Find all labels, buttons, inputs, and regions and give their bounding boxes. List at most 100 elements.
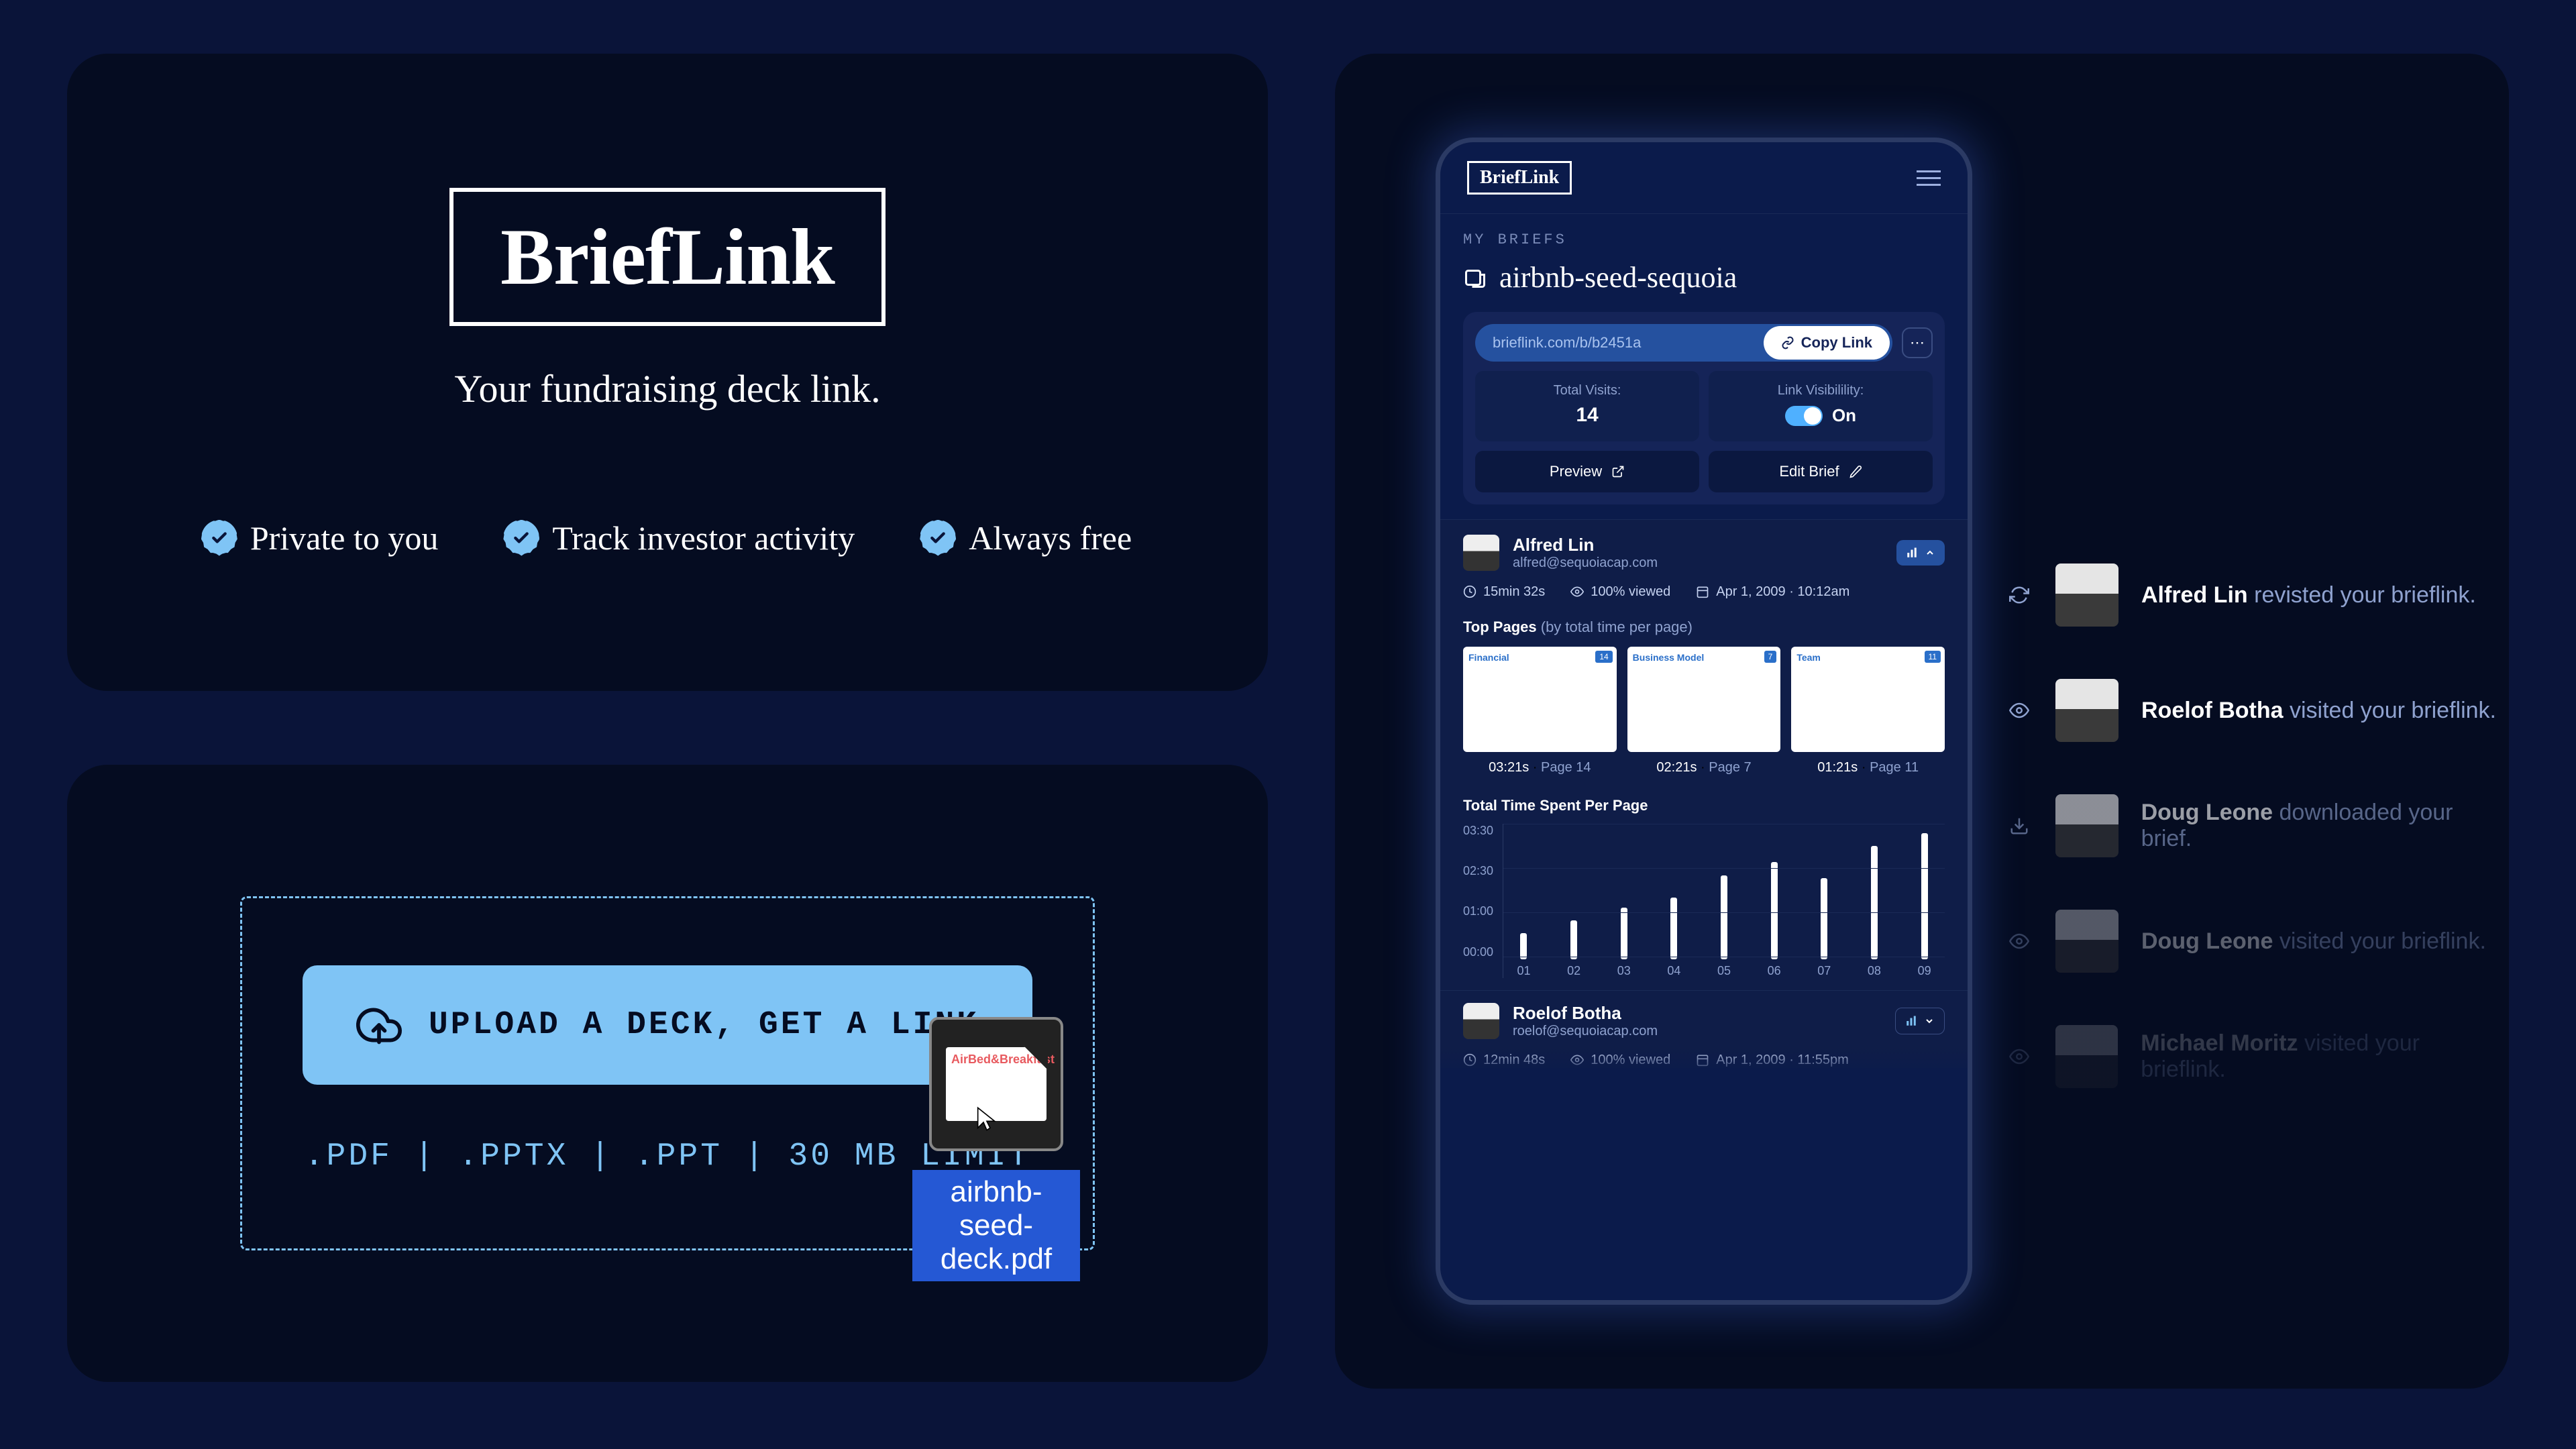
chart-plot: 010203040506070809 [1503,824,1945,978]
more-button[interactable]: ⋯ [1902,327,1933,358]
thumbnail-image: Team 11 [1791,647,1945,752]
chart-bar: 05 [1708,824,1741,959]
link-pill: brieflink.com/b/b2451a Copy Link [1475,324,1892,362]
visitor-name: Alfred Lin [1513,535,1896,555]
cursor-icon [973,1106,1000,1132]
calendar-icon [1696,1053,1709,1067]
avatar [2055,679,2118,742]
page-thumbnail[interactable]: Team 11 01:21s · Page 11 [1791,647,1945,775]
hamburger-menu-icon[interactable] [1917,170,1941,186]
upload-button-label: UPLOAD A DECK, GET A LINK [429,1007,979,1043]
visitor-card-expanded: Alfred Lin alfred@sequoiacap.com 15min 3… [1440,519,1968,1068]
link-panel: brieflink.com/b/b2451a Copy Link ⋯ Total… [1463,312,1945,504]
activity-item: Alfred Lin revisted your brieflink. [2006,564,2509,627]
activity-text: Doug Leone visited your brieflink. [2141,928,2486,955]
timestamp-meta: Apr 1, 2009 · 10:12am [1696,584,1849,600]
download-icon [2006,816,2033,836]
top-pages-label: Top Pages (by total time per page) [1463,619,1945,636]
chart-y-axis: 03:3002:3001:0000:00 [1463,824,1503,978]
check-badge-icon [922,522,954,554]
feature-free: Always free [922,519,1132,557]
bar-chart-icon [1906,547,1918,559]
tagline: Your fundraising deck link. [454,366,880,411]
avatar [2055,1025,2118,1088]
duration-meta: 12min 48s [1463,1053,1545,1068]
link-icon [1781,336,1794,350]
chart-bar: 06 [1758,824,1790,959]
chart-bar: 07 [1808,824,1841,959]
visitor-name: Roelof Botha [1513,1003,1895,1024]
brief-icon [1463,266,1487,290]
page-thumbnail[interactable]: Financial 14 03:21s · Page 14 [1463,647,1617,775]
cloud-upload-icon [356,1002,402,1048]
dragged-filename: airbnb-seed-deck.pdf [912,1170,1080,1281]
edit-label: Edit Brief [1779,463,1839,480]
eye-icon [1570,585,1584,598]
activity-text: Roelof Botha visited your brieflink. [2141,698,2496,724]
y-tick: 03:30 [1463,824,1493,838]
brief-title-row: airbnb-seed-sequoia [1463,260,1945,294]
external-link-icon [1611,465,1625,478]
total-visits-stat: Total Visits: 14 [1475,371,1699,441]
chart-bar: 03 [1607,824,1640,959]
copy-link-label: Copy Link [1801,334,1872,352]
thumbnail-caption: 03:21s · Page 14 [1463,760,1617,775]
edit-brief-button[interactable]: Edit Brief [1709,451,1933,492]
section-label: MY BRIEFS [1463,231,1945,248]
activity-text: Alfred Lin revisted your brieflink. [2141,582,2476,608]
refresh-icon [2006,585,2033,605]
timestamp-meta: Apr 1, 2009 · 11:55pm [1696,1053,1849,1068]
logo-text: BriefLink [500,211,835,303]
chart-title: Total Time Spent Per Page [1463,797,1945,814]
y-tick: 02:30 [1463,864,1493,878]
y-tick: 01:00 [1463,904,1493,918]
feature-label: Track investor activity [552,519,855,557]
preview-button[interactable]: Preview [1475,451,1699,492]
thumbnail-caption: 01:21s · Page 11 [1791,760,1945,775]
thumbnail-image: Business Model 7 [1627,647,1781,752]
activity-item: Michael Moritz visited your brieflink. [2006,1025,2509,1088]
dragged-file[interactable]: AirBed&Breakfast airbnb-seed-deck.pdf [912,1017,1080,1281]
clock-icon [1463,1053,1477,1067]
chart-bar: 02 [1558,824,1591,959]
activity-feed: Alfred Lin revisted your brieflink. Roel… [2006,564,2509,1088]
chart-bar: 04 [1658,824,1690,959]
phone-header: BriefLink [1440,142,1968,214]
top-pages-thumbnails: Financial 14 03:21s · Page 14 Business M… [1463,647,1945,775]
activity-item: Roelof Botha visited your brieflink. [2006,679,2509,742]
phone-logo[interactable]: BriefLink [1467,161,1572,195]
features-row: Private to you Track investor activity A… [203,519,1132,557]
visitor-card-collapsed: Roelof Botha roelof@sequoiacap.com [1440,990,1968,1068]
activity-item: Doug Leone visited your brieflink. [2006,910,2509,973]
check-badge-icon [203,522,235,554]
chevron-down-icon [1924,1016,1935,1026]
activity-text: Michael Moritz visited your brieflink. [2141,1030,2509,1083]
viewed-meta: 100% viewed [1570,584,1670,600]
avatar [1463,535,1499,571]
calendar-icon [1696,585,1709,598]
copy-link-button[interactable]: Copy Link [1764,326,1890,360]
phone-mockup: BriefLink MY BRIEFS airbnb-seed-sequoia … [1436,138,1972,1305]
hero-card: BriefLink Your fundraising deck link. Pr… [67,54,1268,691]
visibility-toggle[interactable]: On [1785,405,1856,426]
visitor-email: roelof@sequoiacap.com [1513,1024,1895,1039]
eye-icon [1570,1053,1584,1067]
file-preview-title: AirBed&Breakfast [951,1053,1041,1067]
eye-icon [2006,1046,2033,1067]
activity-text: Doug Leone downloaded your brief. [2141,800,2509,852]
activity-item: Doug Leone downloaded your brief. [2006,794,2509,857]
thumbnail-image: Financial 14 [1463,647,1617,752]
edit-icon [1849,465,1862,478]
upload-card: UPLOAD A DECK, GET A LINK .PDF | .PPTX |… [67,765,1268,1382]
toggle-label: On [1832,405,1856,426]
time-per-page-chart: 03:3002:3001:0000:00 010203040506070809 [1463,824,1945,978]
clock-icon [1463,585,1477,598]
stat-value: 14 [1487,404,1687,427]
link-url[interactable]: brieflink.com/b/b2451a [1478,334,1764,352]
brief-title: airbnb-seed-sequoia [1499,260,1737,294]
feature-track: Track investor activity [505,519,855,557]
expand-button[interactable] [1895,1008,1945,1034]
page-thumbnail[interactable]: Business Model 7 02:21s · Page 7 [1627,647,1781,775]
collapse-button[interactable] [1896,540,1945,566]
avatar [2055,794,2118,857]
